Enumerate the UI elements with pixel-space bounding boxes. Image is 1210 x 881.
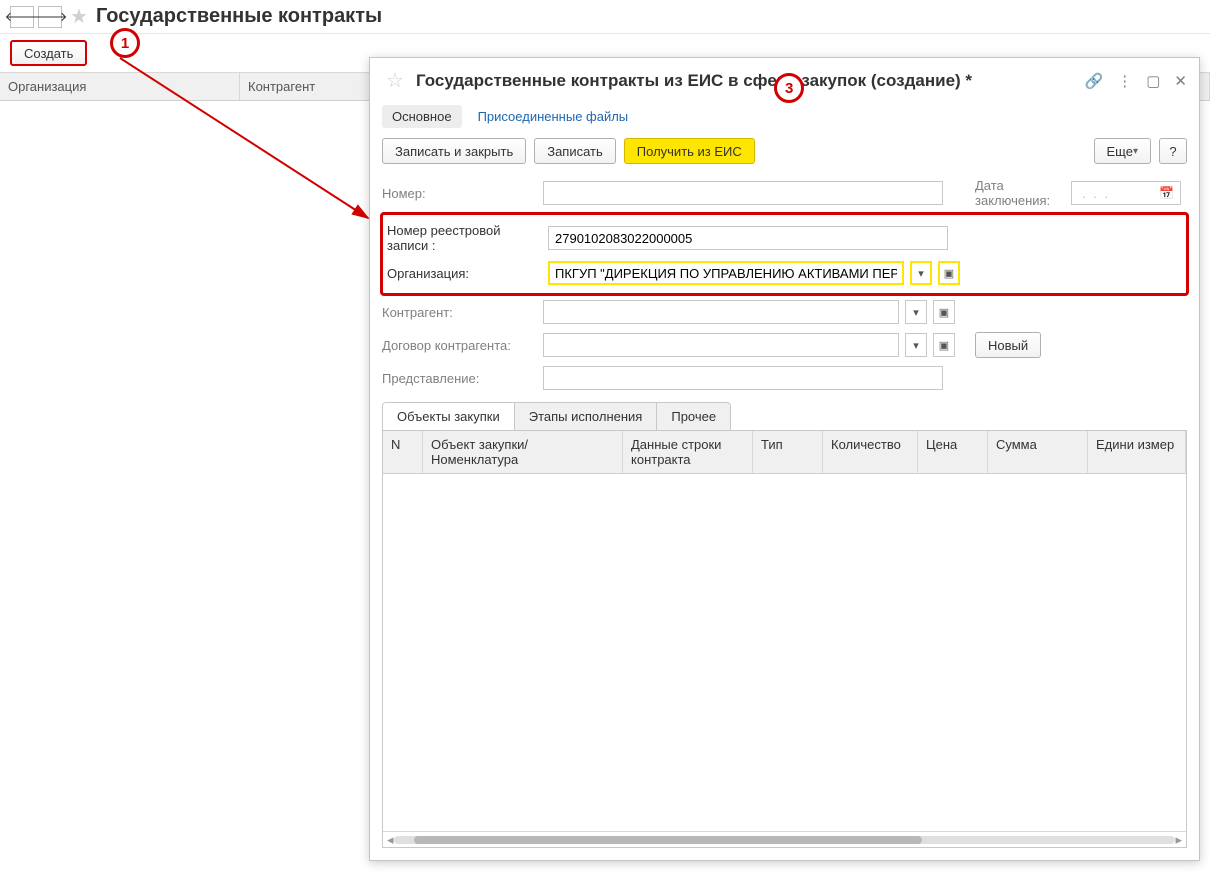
number-input[interactable] (543, 181, 943, 205)
page-title: Государственные контракты (96, 5, 382, 28)
highlight-group: Номер реестровой записи : Организация: ▾… (380, 212, 1189, 296)
horizontal-scrollbar[interactable]: ◂ ▸ (383, 831, 1186, 847)
date-label: Дата заключения: (975, 178, 1065, 208)
scroll-left-icon[interactable]: ◂ (387, 832, 394, 848)
date-input[interactable]: . . . 📅 (1071, 181, 1181, 205)
fetch-eis-button[interactable]: Получить из ЕИС (624, 138, 755, 164)
link-icon[interactable]: 🔗 (1085, 72, 1104, 90)
dialog-title: Государственные контракты из ЕИС в сфере… (416, 71, 1077, 91)
grid-col-rowdata[interactable]: Данные строки контракта (623, 431, 753, 473)
save-close-button[interactable]: Записать и закрыть (382, 138, 526, 164)
tab-main[interactable]: Основное (382, 105, 462, 128)
scroll-right-icon[interactable]: ▸ (1175, 832, 1182, 848)
counterparty-input[interactable] (543, 300, 899, 324)
number-label: Номер: (382, 186, 537, 201)
tab-other[interactable]: Прочее (657, 403, 730, 430)
org-input[interactable] (548, 261, 904, 285)
org-open-icon[interactable]: ▣ (938, 261, 960, 285)
org-label: Организация: (387, 266, 542, 281)
dialog: ☆ Государственные контракты из ЕИС в сфе… (369, 57, 1200, 861)
more-button[interactable]: Еще (1094, 138, 1151, 164)
date-placeholder: . . . (1078, 186, 1159, 201)
grid-col-n[interactable]: N (383, 431, 423, 473)
grid-col-sum[interactable]: Сумма (988, 431, 1088, 473)
counterparty-open-icon[interactable]: ▣ (933, 300, 955, 324)
tab-objects[interactable]: Объекты закупки (383, 403, 515, 430)
forward-button[interactable]: 🡒 (38, 6, 62, 28)
grid-col-object[interactable]: Объект закупки/Номенклатура (423, 431, 623, 473)
tab-attachments[interactable]: Присоединенные файлы (478, 105, 629, 128)
grid-body[interactable] (383, 474, 1186, 831)
help-button[interactable]: ? (1159, 138, 1187, 164)
list-col-organization[interactable]: Организация (0, 73, 240, 100)
representation-label: Представление: (382, 371, 537, 386)
favorite-star-icon[interactable]: ★ (70, 4, 88, 29)
inner-tabs: Объекты закупки Этапы исполнения Прочее (382, 402, 731, 430)
grid-col-unit[interactable]: Едини измер (1088, 431, 1186, 473)
grid-col-price[interactable]: Цена (918, 431, 988, 473)
registry-input[interactable] (548, 226, 948, 250)
new-contract-button[interactable]: Новый (975, 332, 1041, 358)
contract-label: Договор контрагента: (382, 338, 537, 353)
contract-dropdown-icon[interactable]: ▾ (905, 333, 927, 357)
close-icon[interactable]: ✕ (1174, 72, 1187, 90)
back-button[interactable]: 🡐 (10, 6, 34, 28)
counterparty-label: Контрагент: (382, 305, 537, 320)
representation-input[interactable] (543, 366, 943, 390)
maximize-icon[interactable]: ▢ (1146, 72, 1160, 90)
registry-label: Номер реестровой записи : (387, 223, 542, 253)
contract-open-icon[interactable]: ▣ (933, 333, 955, 357)
dialog-favorite-icon[interactable]: ☆ (386, 68, 404, 93)
contract-input[interactable] (543, 333, 899, 357)
calendar-icon[interactable]: 📅 (1159, 186, 1174, 200)
counterparty-dropdown-icon[interactable]: ▾ (905, 300, 927, 324)
grid-col-qty[interactable]: Количество (823, 431, 918, 473)
create-button[interactable]: Создать (10, 40, 87, 66)
grid-col-type[interactable]: Тип (753, 431, 823, 473)
save-button[interactable]: Записать (534, 138, 616, 164)
org-dropdown-icon[interactable]: ▾ (910, 261, 932, 285)
more-icon[interactable]: ⋮ (1117, 72, 1132, 90)
grid: N Объект закупки/Номенклатура Данные стр… (382, 430, 1187, 848)
tab-stages[interactable]: Этапы исполнения (515, 403, 658, 430)
